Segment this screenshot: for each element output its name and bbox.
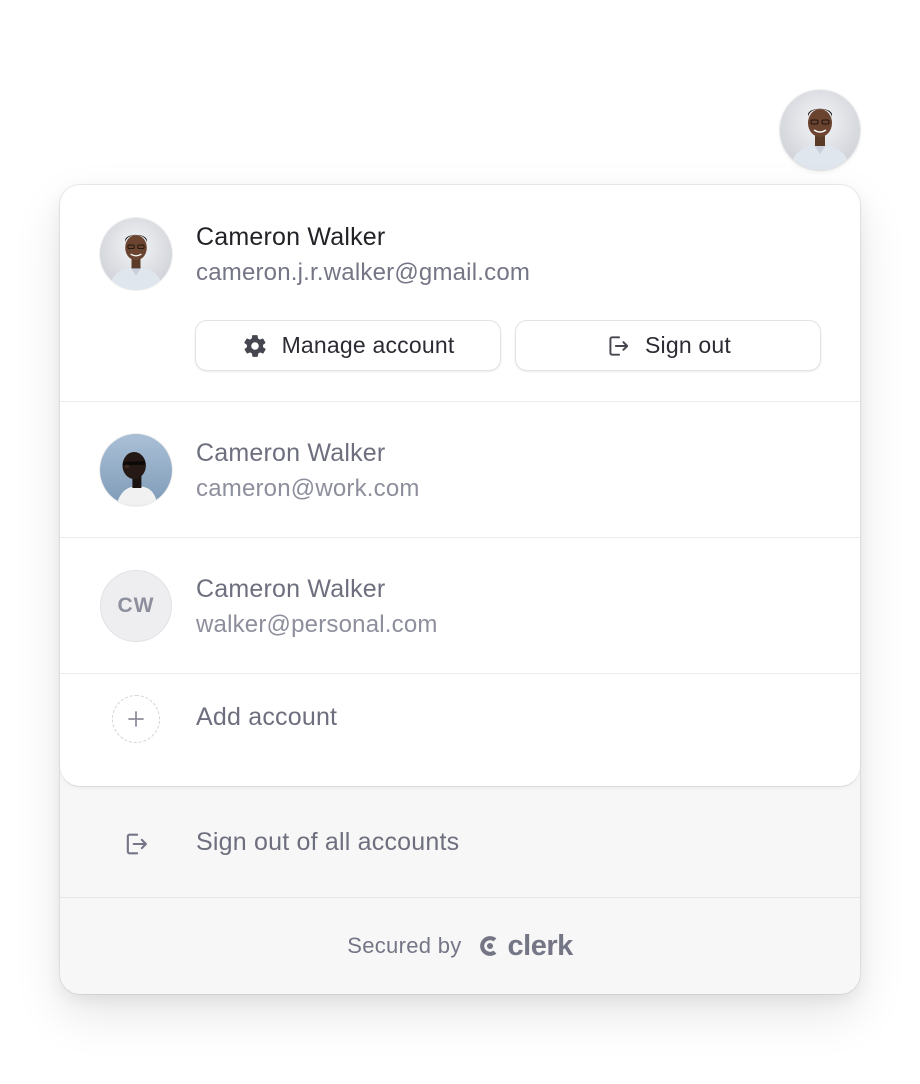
- manage-account-button[interactable]: Manage account: [195, 320, 501, 371]
- clerk-logo-icon: [476, 932, 504, 960]
- gear-icon: [242, 333, 268, 359]
- user-button-trigger[interactable]: [780, 90, 860, 170]
- footer: Secured by clerk: [60, 898, 860, 994]
- plus-icon: [112, 695, 160, 743]
- sign-out-icon: [605, 333, 631, 359]
- active-account-avatar: [100, 218, 172, 290]
- clerk-logo[interactable]: clerk: [476, 930, 573, 963]
- active-account-email: cameron.j.r.walker@gmail.com: [196, 259, 531, 286]
- account-name: Cameron Walker: [196, 575, 386, 603]
- account-row-work[interactable]: Cameron Walker cameron@work.com: [60, 402, 860, 537]
- clerk-wordmark: clerk: [507, 929, 574, 962]
- account-avatar: [100, 434, 172, 506]
- manage-account-label: Manage account: [281, 332, 455, 358]
- sign-out-all-label: Sign out of all accounts: [196, 828, 460, 856]
- sign-out-all-button[interactable]: Sign out of all accounts: [60, 786, 860, 898]
- user-button-popover: Cameron Walker cameron.j.r.walker@gmail.…: [60, 185, 860, 994]
- page: Cameron Walker cameron.j.r.walker@gmail.…: [0, 0, 920, 1084]
- accounts-card: Cameron Walker cameron.j.r.walker@gmail.…: [60, 185, 860, 786]
- sign-out-button[interactable]: Sign out: [515, 320, 821, 371]
- add-account-button[interactable]: Add account: [60, 674, 860, 786]
- account-initials-avatar: CW: [100, 570, 172, 642]
- account-email: cameron@work.com: [196, 475, 420, 502]
- user-avatar-image: [780, 90, 860, 170]
- sign-out-label: Sign out: [645, 332, 731, 358]
- account-row-personal[interactable]: CW Cameron Walker walker@personal.com: [60, 538, 860, 673]
- secured-by-text: Secured by: [347, 933, 462, 958]
- account-email: walker@personal.com: [196, 611, 438, 638]
- add-account-label: Add account: [196, 703, 338, 731]
- account-name: Cameron Walker: [196, 439, 386, 467]
- active-account-name: Cameron Walker: [196, 223, 386, 251]
- sign-out-icon: [122, 830, 150, 858]
